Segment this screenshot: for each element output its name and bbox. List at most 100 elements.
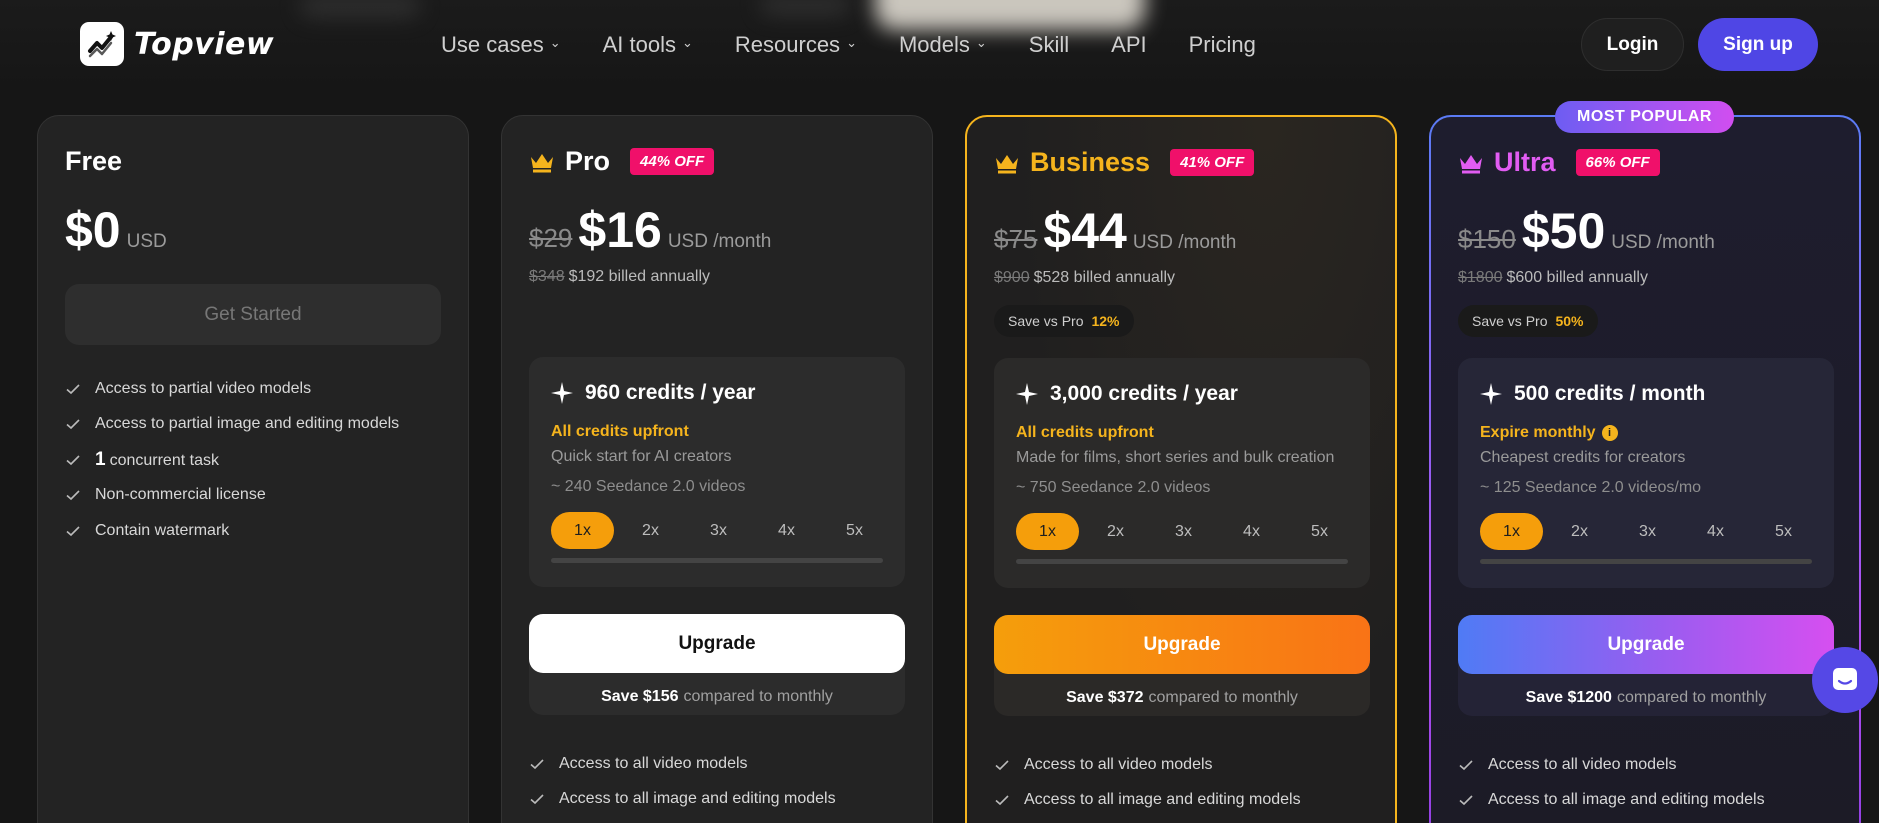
price-unit: USD /month	[1611, 232, 1715, 253]
credits-title-text: 500 credits / month	[1514, 382, 1706, 405]
logo[interactable]: Topview	[80, 22, 274, 66]
save-text: compared to monthly	[1616, 689, 1767, 706]
nav-label: AI tools	[602, 32, 676, 57]
upgrade-button[interactable]: Upgrade	[529, 614, 905, 673]
sparkle-icon	[1016, 383, 1038, 405]
crown-icon	[1460, 154, 1482, 173]
crown-icon	[531, 153, 553, 172]
nav-ai-tools[interactable]: AI tools ⌄	[603, 29, 693, 61]
feature-text: Access to all video models	[1488, 755, 1677, 773]
multiplier-option[interactable]: 5x	[1752, 513, 1815, 550]
blurred-background	[760, 0, 850, 16]
feature-item: Access to all video models	[1458, 747, 1765, 783]
nav-label: Use cases	[441, 32, 544, 57]
save-vs-label: Save vs Pro	[1008, 313, 1084, 329]
multiplier-option[interactable]: 2x	[1084, 513, 1147, 550]
original-price: $29	[529, 223, 573, 253]
multiplier-selector: 1x 2x 3x 4x 5x	[1016, 513, 1356, 550]
feature-list: Access to all video models Access to all…	[1458, 747, 1765, 818]
chevron-down-icon: ⌄	[846, 35, 857, 50]
feature-text: Contain watermark	[95, 521, 230, 539]
discount-badge: 44% OFF	[630, 148, 715, 175]
feature-number: 1	[95, 448, 106, 470]
multiplier-slider-track[interactable]	[551, 558, 883, 563]
get-started-button[interactable]: Get Started	[65, 284, 441, 345]
upgrade-button[interactable]: Upgrade	[994, 615, 1370, 674]
feature-item: Access to all video models	[994, 747, 1301, 783]
credits-box: 500 credits / month Expire monthly i Che…	[1458, 358, 1834, 588]
plan-price: $0	[65, 202, 121, 258]
plan-card-business: Business 41% OFF $75 $44 USD /month $900…	[965, 115, 1397, 823]
multiplier-slider-track[interactable]	[1480, 559, 1812, 564]
upgrade-button[interactable]: Upgrade	[1458, 615, 1834, 674]
check-icon	[530, 794, 544, 805]
multiplier-option[interactable]: 5x	[1288, 513, 1351, 550]
chat-icon	[1833, 668, 1857, 690]
multiplier-option[interactable]: 2x	[619, 512, 682, 549]
credits-note: All credits upfront	[1016, 424, 1154, 441]
feature-text: Access to all video models	[559, 754, 748, 772]
multiplier-option[interactable]: 5x	[823, 512, 886, 549]
credits-note-text: Expire monthly	[1480, 424, 1596, 441]
nav-use-cases[interactable]: Use cases ⌄	[441, 29, 561, 61]
multiplier-option[interactable]: 1x	[551, 512, 614, 549]
multiplier-option[interactable]: 4x	[1684, 513, 1747, 550]
nav-models[interactable]: Models ⌄	[899, 29, 987, 61]
plan-header: Business 41% OFF	[994, 147, 1255, 178]
login-button[interactable]: Login	[1581, 18, 1684, 71]
check-icon	[530, 759, 544, 769]
check-icon	[66, 490, 80, 501]
feature-text: Access to partial image and editing mode…	[95, 415, 400, 433]
save-vs-value: 50%	[1555, 313, 1584, 329]
credits-box: 960 credits / year All credits upfront Q…	[529, 357, 905, 587]
nav-skill[interactable]: Skill	[1029, 29, 1069, 61]
multiplier-option[interactable]: 4x	[755, 512, 818, 549]
check-icon	[66, 419, 80, 430]
feature-item: Access to all video models	[529, 746, 836, 782]
multiplier-option[interactable]: 1x	[1016, 513, 1079, 550]
plan-card-pro: Pro 44% OFF $29 $16 USD /month $348 $192 …	[501, 115, 933, 823]
feature-text: concurrent task	[109, 451, 219, 469]
credits-title-text: 3,000 credits / year	[1050, 382, 1238, 405]
credits-note: All credits upfront	[551, 423, 689, 440]
nav-resources[interactable]: Resources ⌄	[735, 29, 857, 61]
credits-note: Expire monthly i	[1480, 424, 1618, 442]
billed-annually: $900 $528 billed annually	[994, 269, 1175, 287]
billed-original: $348	[529, 268, 565, 285]
multiplier-option[interactable]: 1x	[1480, 513, 1543, 550]
credits-estimate: ~ 750 Seedance 2.0 videos	[1016, 479, 1211, 496]
multiplier-slider-track[interactable]	[1016, 559, 1348, 564]
signup-button[interactable]: Sign up	[1698, 18, 1818, 71]
credits-box: 3,000 credits / year All credits upfront…	[994, 358, 1370, 588]
multiplier-option[interactable]: 3x	[1152, 513, 1215, 550]
check-icon	[66, 526, 80, 536]
plan-price: $50	[1521, 203, 1606, 259]
feature-text: Access to all image and editing models	[1024, 791, 1301, 809]
plan-price-row: $75 $44 USD /month	[994, 202, 1236, 260]
discount-badge: 41% OFF	[1170, 149, 1255, 176]
feature-list: Access to all video models Access to all…	[529, 746, 836, 817]
nav-pricing[interactable]: Pricing	[1189, 29, 1256, 61]
feature-text: Non-commercial license	[95, 486, 266, 504]
plan-price-row: $0 USD	[65, 201, 167, 259]
credits-title: 3,000 credits / year	[1016, 382, 1238, 406]
chat-support-button[interactable]	[1812, 647, 1878, 713]
info-icon[interactable]: i	[1601, 425, 1618, 441]
most-popular-badge: MOST POPULAR	[1555, 101, 1734, 133]
multiplier-option[interactable]: 3x	[687, 512, 750, 549]
credits-estimate: ~ 240 Seedance 2.0 videos	[551, 478, 746, 495]
plan-name: Ultra	[1494, 147, 1556, 177]
feature-text: Access to partial video models	[95, 379, 312, 397]
check-icon	[995, 760, 1009, 770]
feature-item: Access to partial image and editing mode…	[65, 407, 399, 443]
nav-api[interactable]: API	[1111, 29, 1146, 61]
plan-price-row: $29 $16 USD /month	[529, 201, 771, 259]
original-price: $150	[1458, 224, 1516, 254]
billed-original: $900	[994, 269, 1030, 286]
multiplier-option[interactable]: 4x	[1220, 513, 1283, 550]
multiplier-option[interactable]: 3x	[1616, 513, 1679, 550]
plan-card-free: Free $0 USD Get Started Access to partia…	[37, 115, 469, 823]
credits-description: Quick start for AI creators	[551, 448, 732, 465]
multiplier-option[interactable]: 2x	[1548, 513, 1611, 550]
billed-annually: $348 $192 billed annually	[529, 268, 710, 286]
